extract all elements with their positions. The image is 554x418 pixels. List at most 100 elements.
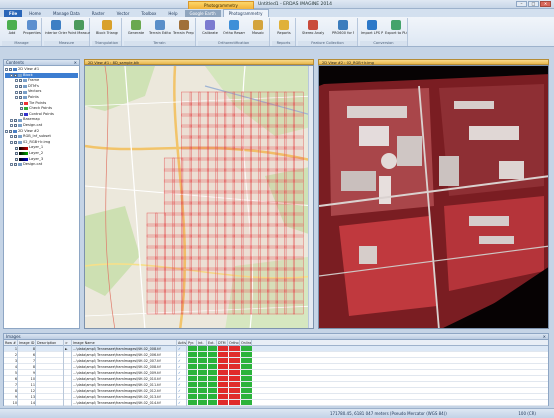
ribbon-button-0-0[interactable]: Add: [2, 19, 22, 40]
visibility-checkbox[interactable]: [14, 141, 17, 145]
expand-toggle-icon[interactable]: [10, 73, 13, 77]
ribbon-button-7-0[interactable]: Import LPS Project: [361, 19, 383, 40]
status-flag[interactable]: [207, 370, 217, 375]
status-flag[interactable]: [217, 364, 228, 369]
status-flag[interactable]: [228, 364, 240, 369]
status-flag[interactable]: [207, 394, 217, 399]
visibility-checkbox[interactable]: [20, 113, 23, 117]
status-flag[interactable]: [207, 358, 217, 363]
vertical-scrollbar[interactable]: [308, 66, 313, 328]
status-flag[interactable]: [240, 388, 252, 393]
status-flag[interactable]: [187, 358, 197, 363]
status-flag[interactable]: [207, 388, 217, 393]
status-flag[interactable]: [228, 400, 240, 405]
status-flag[interactable]: [228, 346, 240, 351]
status-flag[interactable]: [187, 400, 197, 405]
expand-toggle-icon[interactable]: [5, 129, 8, 133]
status-flag[interactable]: [217, 388, 228, 393]
status-flag[interactable]: [197, 376, 207, 381]
tree-item-17[interactable]: Design.cat: [5, 162, 78, 168]
status-flag[interactable]: [187, 376, 197, 381]
status-flag[interactable]: [187, 382, 197, 387]
visibility-checkbox[interactable]: [19, 79, 22, 83]
ribbon-button-3-0[interactable]: Generate: [125, 19, 147, 40]
status-flag[interactable]: [240, 394, 252, 399]
status-flag[interactable]: [228, 352, 240, 357]
status-flag[interactable]: [207, 400, 217, 405]
ribbon-button-7-1[interactable]: Export to PLCS Project: [385, 19, 407, 40]
status-flag[interactable]: [197, 382, 207, 387]
ribbon-button-4-2[interactable]: Mosaic: [247, 19, 269, 40]
map-view-2d-2[interactable]: [318, 65, 549, 329]
expand-toggle-icon[interactable]: [15, 85, 18, 89]
status-flag[interactable]: [240, 352, 252, 357]
status-flag[interactable]: [187, 394, 197, 399]
status-flag[interactable]: [197, 352, 207, 357]
tab-help[interactable]: Help: [163, 10, 182, 17]
status-flag[interactable]: [187, 370, 197, 375]
visibility-checkbox[interactable]: [9, 129, 12, 133]
minimize-button[interactable]: –: [516, 1, 527, 7]
tab-raster[interactable]: Raster: [87, 10, 110, 17]
visibility-checkbox[interactable]: [15, 152, 18, 156]
status-flag[interactable]: [217, 352, 228, 357]
status-flag[interactable]: [240, 364, 252, 369]
visibility-checkbox[interactable]: [14, 163, 17, 167]
status-flag[interactable]: [197, 364, 207, 369]
maximize-button[interactable]: □: [528, 1, 539, 7]
status-flag[interactable]: [217, 394, 228, 399]
visibility-checkbox[interactable]: [14, 118, 17, 122]
status-flag[interactable]: [240, 370, 252, 375]
ribbon-button-6-0[interactable]: Stereo Analyst: [302, 19, 324, 40]
status-flag[interactable]: [187, 388, 197, 393]
ribbon-button-4-1[interactable]: Ortho Resample: [223, 19, 245, 40]
tab-google-earth[interactable]: Google Earth: [184, 10, 221, 17]
expand-toggle-icon[interactable]: [5, 68, 8, 72]
status-flag[interactable]: [228, 388, 240, 393]
expand-toggle-icon[interactable]: [10, 118, 13, 122]
visibility-checkbox[interactable]: [15, 146, 18, 150]
visibility-checkbox[interactable]: [20, 107, 23, 111]
status-flag[interactable]: [197, 388, 207, 393]
status-flag[interactable]: [187, 352, 197, 357]
visibility-checkbox[interactable]: [14, 73, 17, 77]
visibility-checkbox[interactable]: [19, 90, 22, 94]
visibility-checkbox[interactable]: [19, 96, 22, 100]
visibility-checkbox[interactable]: [14, 124, 17, 128]
status-flag[interactable]: [197, 358, 207, 363]
tab-home[interactable]: Home: [24, 10, 46, 17]
ribbon-button-3-1[interactable]: Terrain Editor (TE): [149, 19, 171, 40]
ribbon-button-4-0[interactable]: Calibrate: [199, 19, 221, 40]
status-flag[interactable]: [207, 382, 217, 387]
ribbon-button-0-1[interactable]: Properties: [22, 19, 42, 40]
status-flag[interactable]: [228, 358, 240, 363]
visibility-checkbox[interactable]: [15, 157, 18, 161]
expand-toggle-icon[interactable]: [10, 124, 13, 128]
tab-vector[interactable]: Vector: [112, 10, 135, 17]
status-flag[interactable]: [207, 364, 217, 369]
expand-toggle-icon[interactable]: [15, 90, 18, 94]
ribbon-button-1-1[interactable]: Point Measurement: [68, 19, 90, 40]
expand-toggle-icon[interactable]: [15, 79, 18, 83]
status-flag[interactable]: [197, 346, 207, 351]
status-flag[interactable]: [217, 400, 228, 405]
expand-toggle-icon[interactable]: [15, 96, 18, 100]
status-flag[interactable]: [217, 346, 228, 351]
status-flag[interactable]: [197, 394, 207, 399]
status-flag[interactable]: [240, 400, 252, 405]
visibility-checkbox[interactable]: [20, 101, 23, 105]
visibility-checkbox[interactable]: [14, 135, 17, 139]
status-flag[interactable]: [228, 370, 240, 375]
ribbon-button-3-2[interactable]: Terrain Prep Tool (TPT): [173, 19, 195, 40]
ribbon-button-1-0[interactable]: Interior Orientation: [45, 19, 67, 40]
expand-toggle-icon[interactable]: [10, 135, 13, 139]
active-checkbox[interactable]: ✓: [177, 400, 187, 406]
tab-photogrammetry[interactable]: Photogrammetry: [222, 9, 269, 17]
status-flag[interactable]: [207, 346, 217, 351]
status-flag[interactable]: [187, 346, 197, 351]
close-button[interactable]: ✕: [540, 1, 551, 7]
status-flag[interactable]: [228, 394, 240, 399]
status-flag[interactable]: [217, 382, 228, 387]
status-flag[interactable]: [197, 370, 207, 375]
pin-icon[interactable]: ✕: [74, 60, 77, 66]
